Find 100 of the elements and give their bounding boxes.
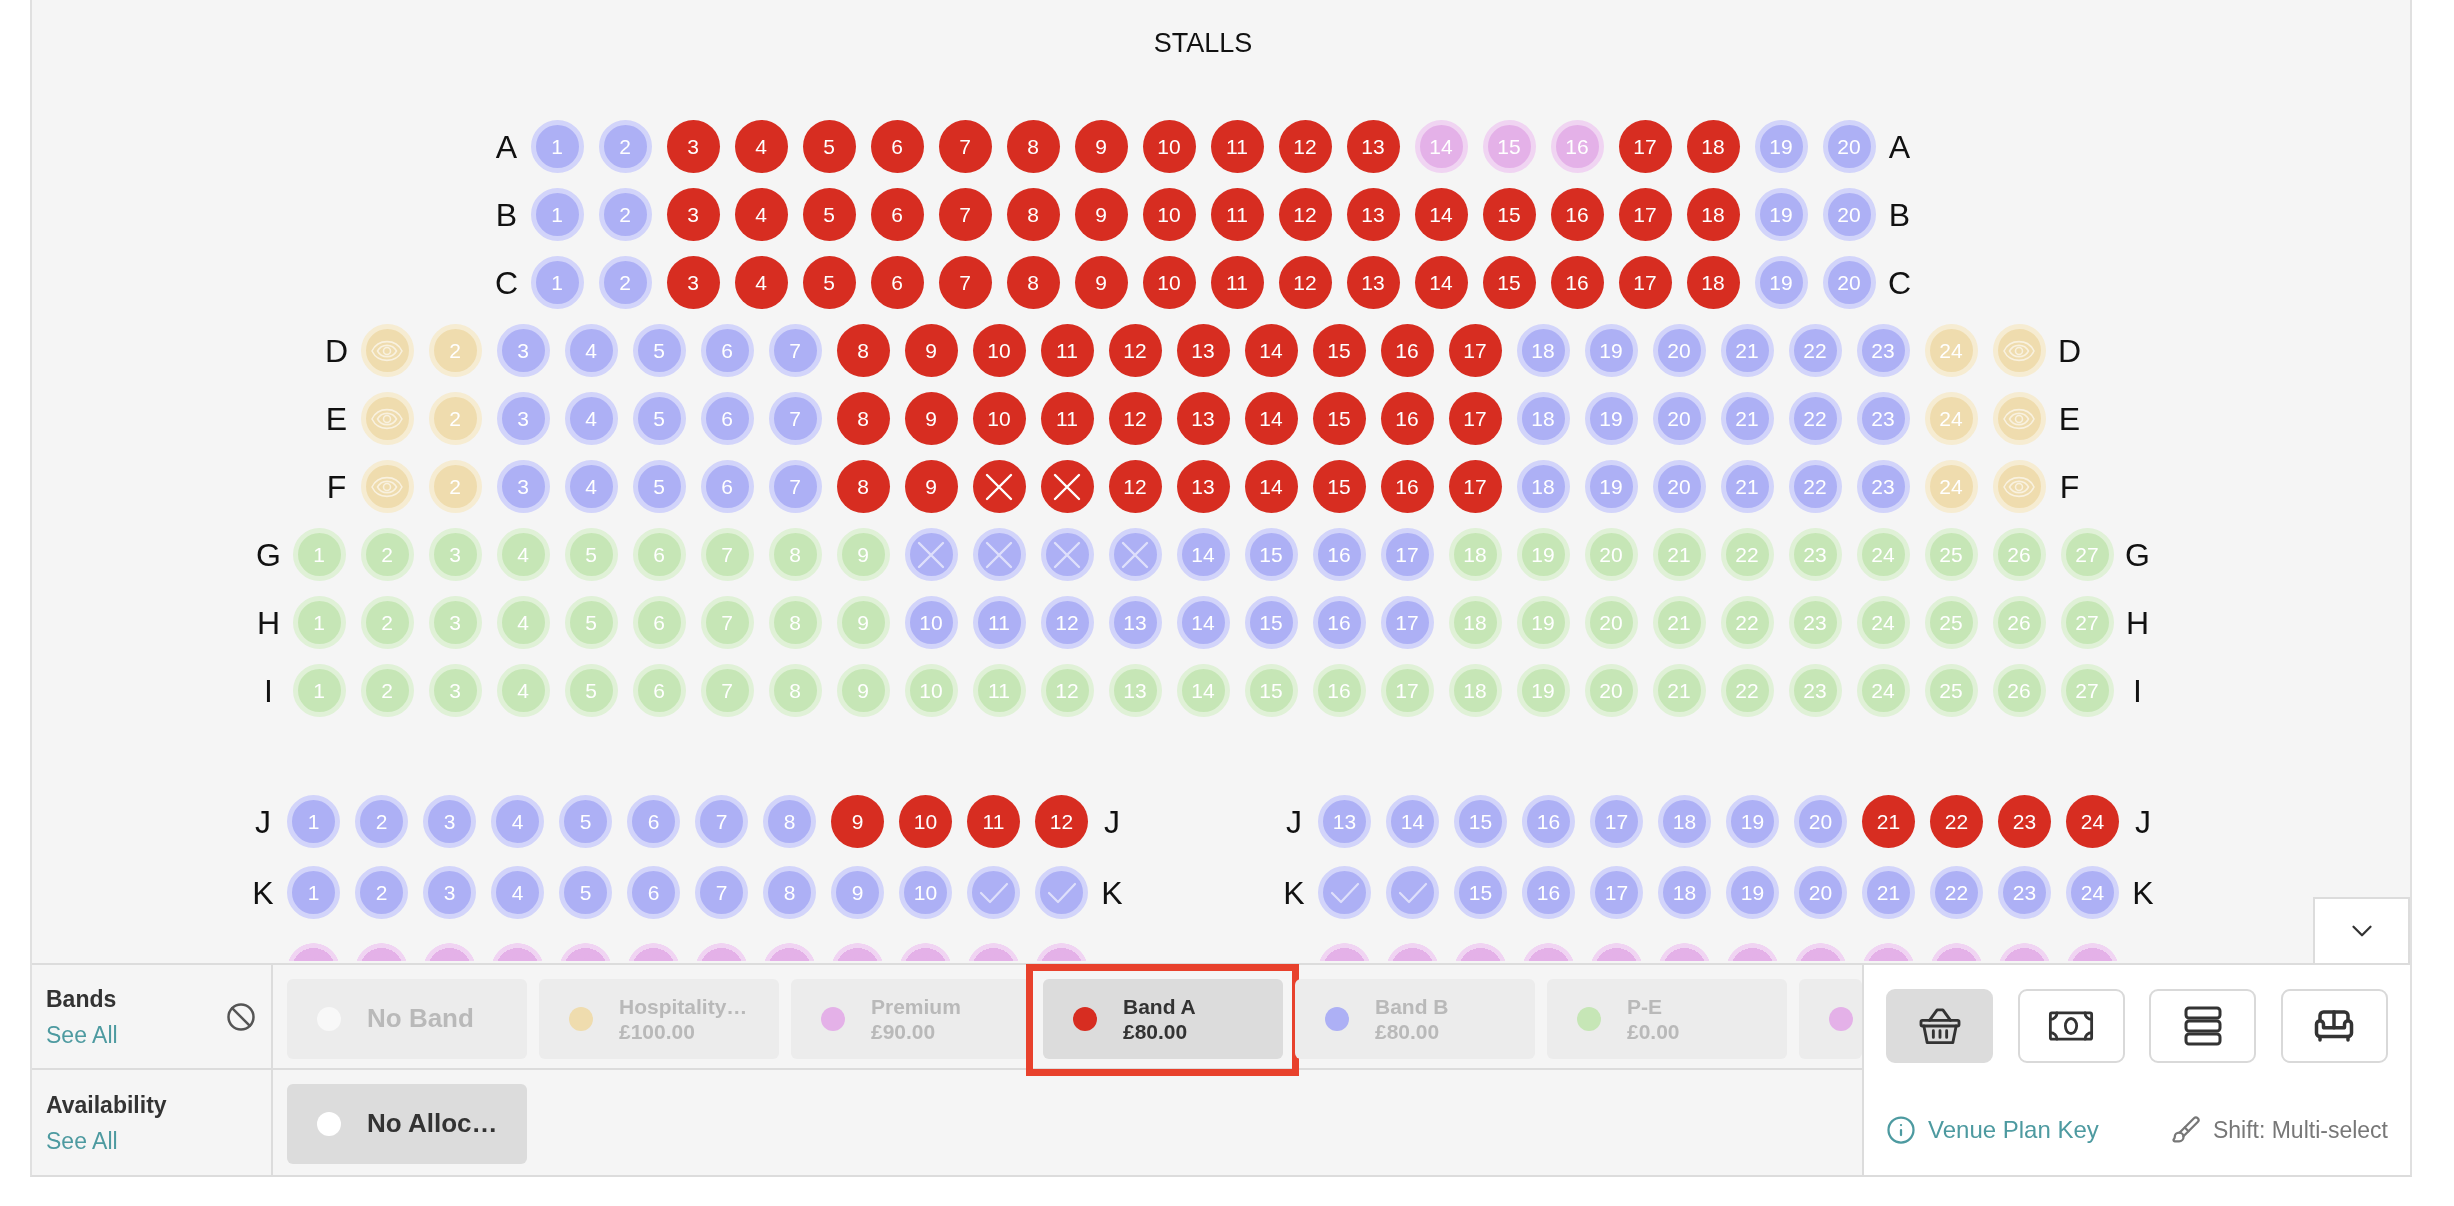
seat[interactable]: 13	[1346, 188, 1400, 241]
seat[interactable]	[1318, 866, 1371, 919]
seat[interactable]: 24	[1924, 460, 1978, 513]
seat[interactable]: 11	[967, 795, 1020, 848]
seat[interactable]: 2	[598, 256, 652, 309]
seat[interactable]: 20	[1652, 324, 1706, 377]
seat[interactable]: 18	[1516, 324, 1570, 377]
seat[interactable]: 20	[1822, 256, 1876, 309]
band-chip[interactable]: Band A £80.00	[1043, 979, 1283, 1059]
seat[interactable]: 6	[632, 528, 686, 581]
seat[interactable]: 12	[1108, 460, 1162, 513]
seat[interactable]: 3	[496, 324, 550, 377]
seat[interactable]: 11	[1210, 120, 1264, 173]
seat[interactable]: 2	[355, 866, 408, 919]
seat[interactable]: 10	[899, 795, 952, 848]
seat[interactable]: 17	[1448, 324, 1502, 377]
seat[interactable]: 20	[1584, 528, 1638, 581]
seat[interactable]: 7	[768, 392, 822, 445]
seat[interactable]: 23	[1856, 324, 1910, 377]
seat[interactable]: 7	[700, 664, 754, 717]
seat[interactable]: 24	[1856, 528, 1910, 581]
seat[interactable]: 13	[1346, 256, 1400, 309]
seat[interactable]: 13	[1346, 120, 1400, 173]
seat[interactable]: 1	[530, 256, 584, 309]
seat[interactable]: 8	[836, 392, 890, 445]
seat[interactable]: 17	[1590, 866, 1643, 919]
seat[interactable]: 10	[972, 392, 1026, 445]
seat[interactable]: 7	[938, 120, 992, 173]
seat[interactable]: 26	[1992, 664, 2046, 717]
seat[interactable]: 16	[1380, 392, 1434, 445]
seat[interactable]: 11	[1040, 392, 1094, 445]
seat[interactable]: 21	[1652, 528, 1706, 581]
seat[interactable]	[1035, 866, 1088, 919]
seat[interactable]: 20	[1794, 866, 1847, 919]
seat[interactable]: 26	[1992, 596, 2046, 649]
seat[interactable]: 2	[355, 795, 408, 848]
seat[interactable]: 16	[1312, 596, 1366, 649]
seat[interactable]: 5	[632, 460, 686, 513]
seat[interactable]: 19	[1516, 664, 1570, 717]
seat[interactable]: 8	[836, 460, 890, 513]
seat[interactable]: 16	[1550, 120, 1604, 173]
seat[interactable]: 8	[768, 528, 822, 581]
seat[interactable]: 17	[1590, 795, 1643, 848]
seat[interactable]: 21	[1720, 324, 1774, 377]
seat[interactable]: 15	[1244, 528, 1298, 581]
seat[interactable]: 17	[1618, 188, 1672, 241]
seat[interactable]: 17	[1448, 460, 1502, 513]
seat[interactable]: 9	[1074, 256, 1128, 309]
seat[interactable]: 3	[496, 460, 550, 513]
seat[interactable]: 13	[1176, 460, 1230, 513]
seat[interactable]: 12	[1278, 120, 1332, 173]
seat[interactable]: 9	[831, 866, 884, 919]
seat[interactable]: 15	[1312, 392, 1366, 445]
seat[interactable]: 10	[904, 596, 958, 649]
seat[interactable]	[1040, 460, 1094, 513]
seat[interactable]: 4	[734, 188, 788, 241]
seat[interactable]: 9	[1074, 120, 1128, 173]
seat[interactable]: 19	[1584, 324, 1638, 377]
seat[interactable]: 12	[1035, 795, 1088, 848]
seat[interactable]: 15	[1482, 256, 1536, 309]
see-all-link[interactable]: See All	[46, 1020, 118, 1049]
seat[interactable]: 9	[904, 460, 958, 513]
seat[interactable]: 27	[2060, 596, 2114, 649]
seat[interactable]: 14	[1176, 596, 1230, 649]
basket-button[interactable]	[1886, 989, 1993, 1063]
seat[interactable]	[972, 460, 1026, 513]
seat[interactable]: 18	[1686, 120, 1740, 173]
seat[interactable]: 13	[1108, 664, 1162, 717]
seat[interactable]: 14	[1414, 120, 1468, 173]
seat[interactable]: 6	[627, 795, 680, 848]
seat[interactable]: 23	[1998, 795, 2051, 848]
seat[interactable]: 16	[1312, 664, 1366, 717]
seat[interactable]: 22	[1720, 664, 1774, 717]
seat[interactable]: 17	[1618, 120, 1672, 173]
seat[interactable]: 7	[938, 256, 992, 309]
seat[interactable]: 10	[1142, 188, 1196, 241]
seat[interactable]: 12	[1278, 188, 1332, 241]
seat[interactable]: 3	[666, 188, 720, 241]
seat[interactable]: 14	[1244, 324, 1298, 377]
seat[interactable]	[904, 528, 958, 581]
seat[interactable]: 26	[1992, 528, 2046, 581]
seat[interactable]: 19	[1754, 120, 1808, 173]
seat[interactable]: 23	[1856, 460, 1910, 513]
seat[interactable]: 5	[802, 188, 856, 241]
seat[interactable]: 18	[1658, 795, 1711, 848]
seat[interactable]: 11	[972, 664, 1026, 717]
seat[interactable]: 15	[1312, 460, 1366, 513]
seat[interactable]: 4	[491, 866, 544, 919]
seat[interactable]: 3	[666, 256, 720, 309]
seat[interactable]: 9	[904, 392, 958, 445]
seat[interactable]: 14	[1414, 188, 1468, 241]
seat[interactable]: 21	[1720, 392, 1774, 445]
seat[interactable]: 15	[1482, 120, 1536, 173]
seat[interactable]: 22	[1930, 866, 1983, 919]
seat[interactable]: 20	[1652, 392, 1706, 445]
seat[interactable]: 2	[598, 120, 652, 173]
seat[interactable]: 6	[700, 392, 754, 445]
seat[interactable]: 2	[428, 392, 482, 445]
seat[interactable]: 2	[360, 664, 414, 717]
banknote-button[interactable]	[2017, 989, 2125, 1063]
